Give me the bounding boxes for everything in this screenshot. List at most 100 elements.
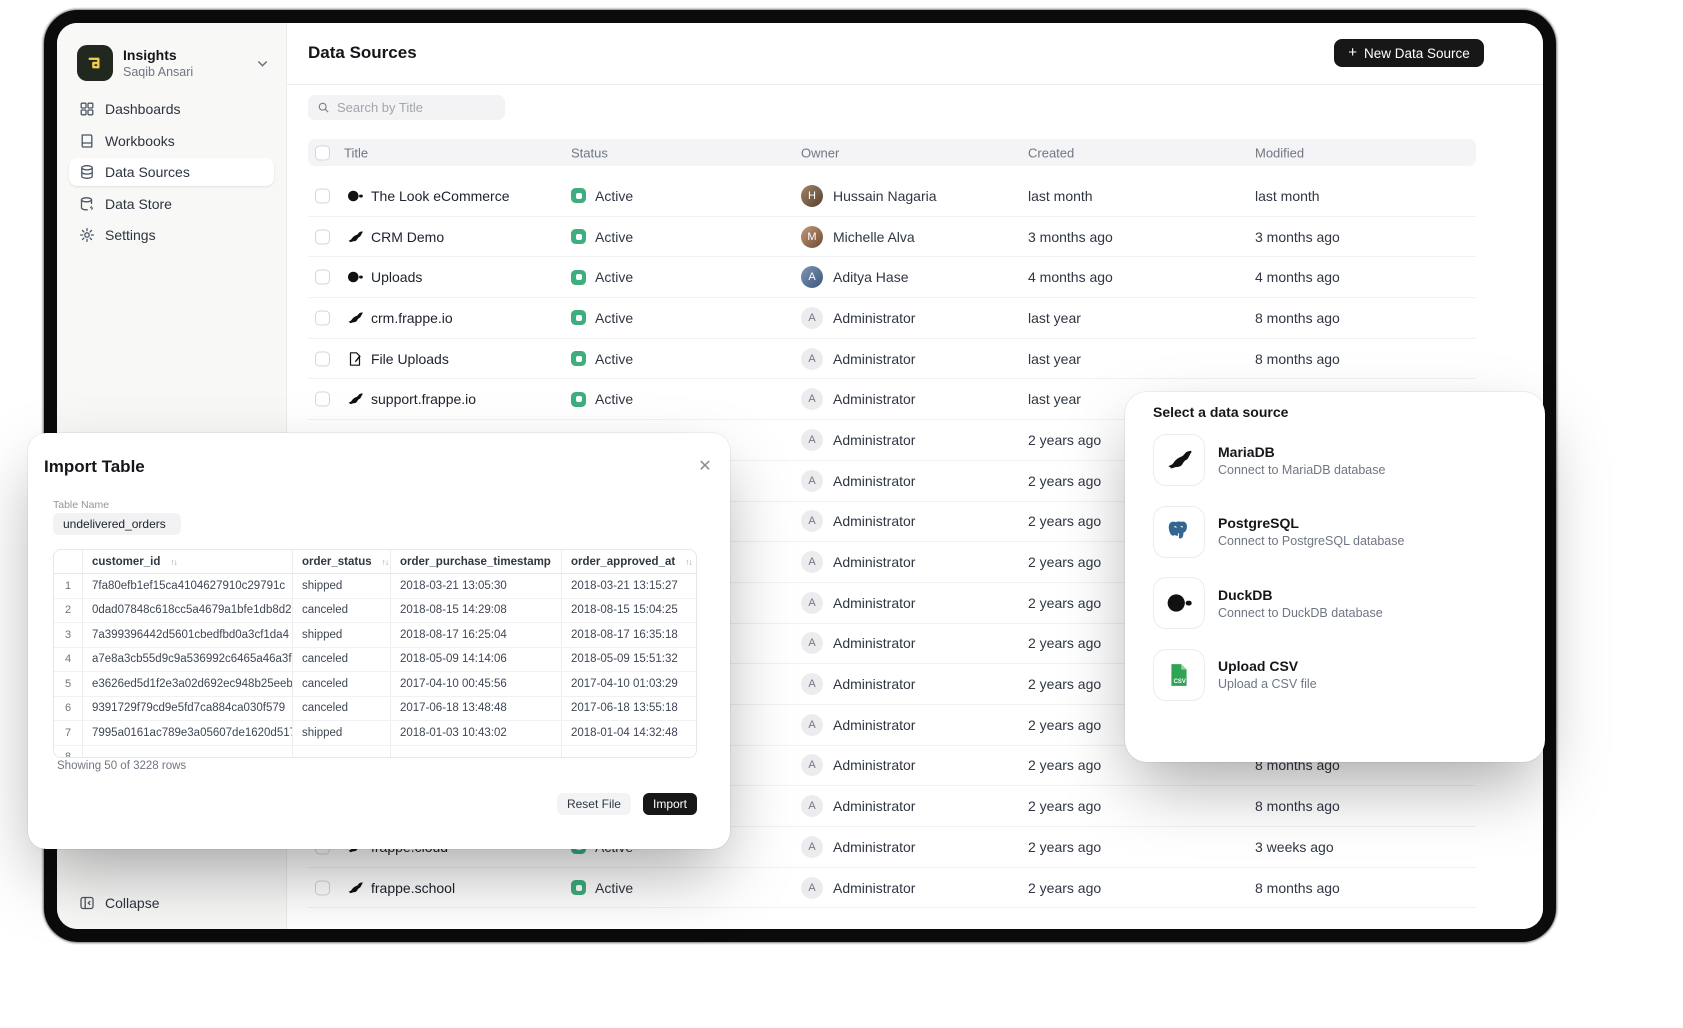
preview-column-header[interactable]: order_approved_at ↑↓ [561,550,696,573]
row-modified: 8 months ago [1255,798,1340,814]
preview-cell: 2018-05-09 14:14:06 [390,648,561,672]
modal-footer: Reset File Import [557,793,697,815]
table-row[interactable]: The Look eCommerceActiveHHussain Nagaria… [308,176,1476,217]
search-input[interactable] [308,95,505,120]
preview-cell: 2018-08-15 15:04:25 [561,599,696,623]
preview-column-label: order_approved_at [571,556,675,568]
status-badge: Active [571,880,633,896]
row-number: 2 [54,599,82,623]
sidebar-item-settings[interactable]: Settings [69,221,274,249]
row-created: last year [1028,310,1081,326]
table-name-input[interactable] [53,513,181,535]
sidebar-item-data-sources[interactable]: Data Sources [69,158,274,186]
row-checkbox[interactable] [315,880,330,895]
row-created: 3 months ago [1028,229,1113,245]
collapse-button[interactable]: Collapse [69,889,169,917]
row-modified: 8 months ago [1255,310,1340,326]
row-checkbox[interactable] [315,310,330,325]
status-dot-icon [571,229,586,244]
new-data-source-button[interactable]: + New Data Source [1334,39,1484,67]
select-all-checkbox[interactable] [315,145,330,160]
status-label: Active [595,880,633,896]
sidebar-item-workbooks[interactable]: Workbooks [69,127,274,155]
avatar: A [801,429,823,451]
import-button[interactable]: Import [643,793,697,815]
row-number-header [54,550,82,573]
row-created: 2 years ago [1028,635,1101,651]
workbooks-icon [79,133,95,149]
data-source-option-mariadb[interactable]: MariaDB Connect to MariaDB database [1153,434,1517,486]
sidebar-item-dashboards[interactable]: Dashboards [69,95,274,123]
preview-cell: 2018-05-09 15:51:32 [561,648,696,672]
reset-file-button[interactable]: Reset File [557,793,631,815]
sidebar-item-label: Dashboards [105,101,181,117]
sort-icon[interactable]: ↑↓ [382,557,389,567]
sidebar-item-data-store[interactable]: Data Store [69,190,274,218]
preview-header-row: customer_id↑↓order_status↑↓order_purchas… [54,550,696,574]
preview-row: 20dad07848c618cc5a4679a1bfe1db8d2cancele… [54,599,696,624]
data-source-option-duckdb[interactable]: DuckDBConnect to DuckDB database [1153,577,1517,629]
duckdb-icon [347,188,363,204]
row-created: 2 years ago [1028,554,1101,570]
preview-cell: 2017-06-18 13:55:18 [561,697,696,721]
owner-name: Administrator [833,676,915,692]
sidebar-item-label: Data Store [105,196,172,212]
sort-icon[interactable]: ↑↓ [685,557,692,567]
modal-title: Import Table [44,457,145,477]
row-owner: MMichelle Alva [801,226,915,248]
owner-name: Administrator [833,717,915,733]
row-checkbox[interactable] [315,229,330,244]
preview-column-header[interactable]: customer_id↑↓ [82,550,292,573]
option-name: MariaDB [1218,444,1385,460]
preview-cell: 2018-08-17 16:25:04 [390,623,561,647]
row-owner: AAdministrator [801,714,915,736]
row-checkbox[interactable] [315,392,330,407]
row-created: 4 months ago [1028,269,1113,285]
row-title: File Uploads [371,351,449,367]
mariadb-icon [1153,434,1205,486]
row-checkbox[interactable] [315,188,330,203]
close-button[interactable]: ✕ [694,455,716,477]
workspace-user: Saqib Ansari [123,64,193,80]
preview-cell [82,746,292,759]
table-row[interactable]: crm.frappe.ioActiveAAdministratorlast ye… [308,298,1476,339]
status-badge: Active [571,351,633,367]
preview-row: 17fa80efb1ef15ca4104627910c29791cshipped… [54,574,696,599]
preview-cell [292,746,390,759]
row-modified: 4 months ago [1255,269,1340,285]
data-source-option-upload-csv[interactable]: CSVUpload CSVUpload a CSV file [1153,649,1517,701]
row-number: 8 [54,746,82,759]
table-row[interactable]: CRM DemoActiveMMichelle Alva3 months ago… [308,217,1476,258]
owner-name: Administrator [833,473,915,489]
avatar: A [801,470,823,492]
preview-column-header[interactable]: order_purchase_timestamp↑↓ [390,550,561,573]
row-checkbox[interactable] [315,270,330,285]
row-number: 6 [54,697,82,721]
sidebar-nav: Dashboards Workbooks Data Sources Data Stor… [69,95,274,253]
preview-cell: e3626ed5d1f2e3a02d692ec948b25eeb [82,672,292,696]
row-created: 2 years ago [1028,717,1101,733]
workspace-switcher[interactable]: Insights Saqib Ansari [71,41,275,85]
search-box [308,95,505,120]
row-owner: AAdministrator [801,632,915,654]
row-title: support.frappe.io [371,391,476,407]
preview-cell: a7e8a3cb55d9c9a536992c6465a46a3f [82,648,292,672]
preview-column-header[interactable]: order_status↑↓ [292,550,390,573]
table-row[interactable]: UploadsActiveAAditya Hase4 months ago4 m… [308,257,1476,298]
row-created: 2 years ago [1028,839,1101,855]
owner-name: Hussain Nagaria [833,188,937,204]
row-checkbox[interactable] [315,351,330,366]
row-modified: 3 weeks ago [1255,839,1334,855]
table-row[interactable]: frappe.schoolActiveAAdministrator2 years… [308,868,1476,909]
avatar: A [801,795,823,817]
row-created: 2 years ago [1028,676,1101,692]
table-row[interactable]: File UploadsActiveAAdministratorlast yea… [308,339,1476,380]
data-source-option-postgresql[interactable]: PostgreSQLConnect to PostgreSQL database [1153,506,1517,558]
row-number: 3 [54,623,82,647]
option-description: Connect to MariaDB database [1218,463,1385,477]
sort-icon[interactable]: ↑↓ [170,557,177,567]
owner-name: Administrator [833,880,915,896]
row-owner: AAdministrator [801,307,915,329]
select-data-source-panel: Select a data source MariaDBConnect to M… [1125,392,1545,762]
avatar: A [801,754,823,776]
